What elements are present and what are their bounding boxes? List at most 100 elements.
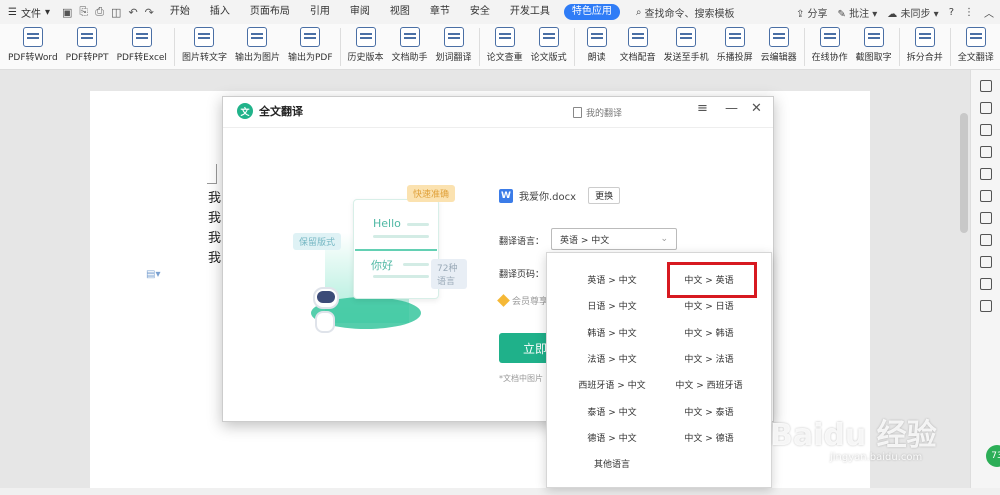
sync-button[interactable]: ☁ 未同步 ▾ [887, 5, 938, 20]
option-es-zh[interactable]: 西班牙语 > 中文 [563, 378, 661, 394]
illustration-text-line [403, 263, 429, 266]
sidebar-help-icon[interactable] [979, 300, 992, 312]
thesis-format-button[interactable]: 论文版式 [527, 24, 571, 63]
tab-chapter[interactable]: 章节 [420, 0, 460, 24]
right-sidebar [970, 70, 1000, 488]
tab-developer[interactable]: 开发工具 [500, 0, 560, 24]
redo-icon[interactable]: ↷ [145, 6, 154, 19]
export-image-button[interactable]: 输出为图片 [231, 24, 284, 63]
sidebar-settings-icon[interactable] [979, 190, 992, 202]
export-pdf-button[interactable]: 输出为PDF [284, 24, 337, 63]
thesis-format-icon [538, 27, 559, 47]
tag-fast-accurate: 快速准确 [407, 185, 456, 202]
file-menu[interactable]: ☰ 文件 ▾ [0, 5, 56, 20]
pdf-to-excel-button[interactable]: PDF转Excel [113, 24, 171, 63]
tab-view[interactable]: 视图 [380, 0, 420, 24]
pdf-to-ppt-button[interactable]: PDF转PPT [62, 24, 113, 63]
image-to-text-button[interactable]: 图片转文字 [178, 24, 231, 63]
cloud-editor-button[interactable]: 云编辑器 [757, 24, 801, 63]
image-to-text-icon [194, 27, 215, 47]
cloud-editor-label: 云编辑器 [760, 53, 797, 63]
doc-text-line: 我 [208, 251, 222, 266]
sidebar-table-icon[interactable] [979, 146, 992, 158]
undo-icon[interactable]: ↶ [128, 6, 137, 19]
option-fr-zh[interactable]: 法语 > 中文 [563, 352, 661, 368]
tab-home[interactable]: 开始 [160, 0, 200, 24]
option-ja-zh[interactable]: 日语 > 中文 [563, 299, 661, 315]
option-other-languages[interactable]: 其他语言 [563, 457, 661, 470]
sidebar-share-icon[interactable] [979, 278, 992, 290]
sidebar-shapes-icon[interactable] [979, 102, 992, 114]
search-icon: ⌕ [635, 6, 642, 18]
help-button[interactable]: ? [949, 7, 954, 18]
robot-body [315, 311, 335, 333]
option-zh-de[interactable]: 中文 > 德语 [660, 431, 758, 447]
minimize-icon[interactable]: — [725, 101, 738, 116]
paste-options-icon[interactable]: ▤▾ [146, 269, 160, 280]
sidebar-backup-icon[interactable] [979, 256, 992, 268]
word-translate-button[interactable]: 划词翻译 [432, 24, 476, 63]
translate-language-select[interactable]: 英语 > 中文 ⌄ [551, 228, 677, 250]
read-aloud-label: 朗读 [587, 53, 606, 63]
ribbon-separator [339, 28, 341, 66]
option-zh-es[interactable]: 中文 > 西班牙语 [660, 378, 758, 394]
my-translations-label: 我的翻译 [586, 109, 623, 119]
option-en-zh[interactable]: 英语 > 中文 [563, 273, 661, 289]
tab-review[interactable]: 审阅 [340, 0, 380, 24]
collaborate-button[interactable]: 在线协作 [808, 24, 852, 63]
share-label: 分享 [807, 8, 828, 20]
sidebar-edit-icon[interactable] [979, 124, 992, 136]
vertical-scrollbar[interactable] [960, 85, 968, 465]
command-search[interactable]: ⌕ 查找命令、搜索模板 [636, 5, 735, 20]
option-zh-fr[interactable]: 中文 > 法语 [660, 352, 758, 368]
change-file-button[interactable]: 更换 [588, 187, 621, 204]
option-zh-ja[interactable]: 中文 > 日语 [660, 299, 758, 315]
full-translate-button[interactable]: 全文翻译 [954, 24, 998, 63]
scrollbar-thumb[interactable] [960, 113, 968, 233]
dubbing-button[interactable]: 文档配音 [616, 24, 660, 63]
share-icon: ⇪ [795, 8, 805, 20]
send-to-phone-button[interactable]: 发送至手机 [660, 24, 713, 63]
close-icon[interactable]: ✕ [751, 101, 762, 116]
ribbon-separator [898, 28, 900, 66]
tab-layout[interactable]: 页面布局 [240, 0, 300, 24]
export-icon[interactable]: ⎘ [79, 5, 88, 19]
screenshot-ocr-icon [863, 27, 884, 47]
read-aloud-button[interactable]: 朗读 [578, 24, 616, 63]
sync-label: 未同步 [900, 8, 931, 20]
split-merge-button[interactable]: 拆分合并 [903, 24, 947, 63]
comment-icon: ✎ [837, 8, 846, 20]
sidebar-layout-icon[interactable] [979, 168, 992, 180]
sidebar-nav-icon[interactable] [979, 234, 992, 246]
option-zh-ko[interactable]: 中文 > 韩语 [660, 326, 758, 342]
preview-icon[interactable]: ◫ [111, 6, 121, 19]
collapse-icon[interactable]: ︿ [984, 5, 994, 20]
screenshot-ocr-button[interactable]: 截图取字 [852, 24, 896, 63]
print-icon[interactable]: ⎙ [95, 5, 104, 19]
option-ko-zh[interactable]: 韩语 > 中文 [563, 326, 661, 342]
document-icon [573, 107, 582, 118]
history-button[interactable]: 历史版本 [344, 24, 388, 63]
pdf-to-ppt-icon [77, 27, 98, 47]
menu-icon[interactable]: ≡ [697, 101, 708, 116]
option-de-zh[interactable]: 德语 > 中文 [563, 431, 661, 447]
tab-special-apps[interactable]: 特色应用 [563, 4, 620, 20]
tab-insert[interactable]: 插入 [200, 0, 240, 24]
doc-assistant-button[interactable]: 文档助手 [388, 24, 432, 63]
save-icon[interactable]: ▣ [62, 6, 72, 19]
plagiarism-check-button[interactable]: 论文查重 [483, 24, 527, 63]
comment-button[interactable]: ✎ 批注 ▾ [838, 5, 878, 20]
vip-row: 会员尊享 [497, 294, 548, 307]
tab-security[interactable]: 安全 [460, 0, 500, 24]
option-th-zh[interactable]: 泰语 > 中文 [563, 405, 661, 421]
sidebar-select-icon[interactable] [979, 80, 992, 92]
more-icon[interactable]: ⋮ [964, 7, 974, 18]
share-button[interactable]: ⇪ 分享 [796, 5, 828, 20]
option-zh-th[interactable]: 中文 > 泰语 [660, 405, 758, 421]
sidebar-doc-icon[interactable] [979, 212, 992, 224]
pdf-to-word-button[interactable]: PDF转Word [4, 24, 62, 63]
my-translations-link[interactable]: 我的翻译 [573, 106, 622, 119]
screen-cast-button[interactable]: 乐播投屏 [713, 24, 757, 63]
word-translate-label: 划词翻译 [435, 53, 472, 63]
tab-references[interactable]: 引用 [300, 0, 340, 24]
